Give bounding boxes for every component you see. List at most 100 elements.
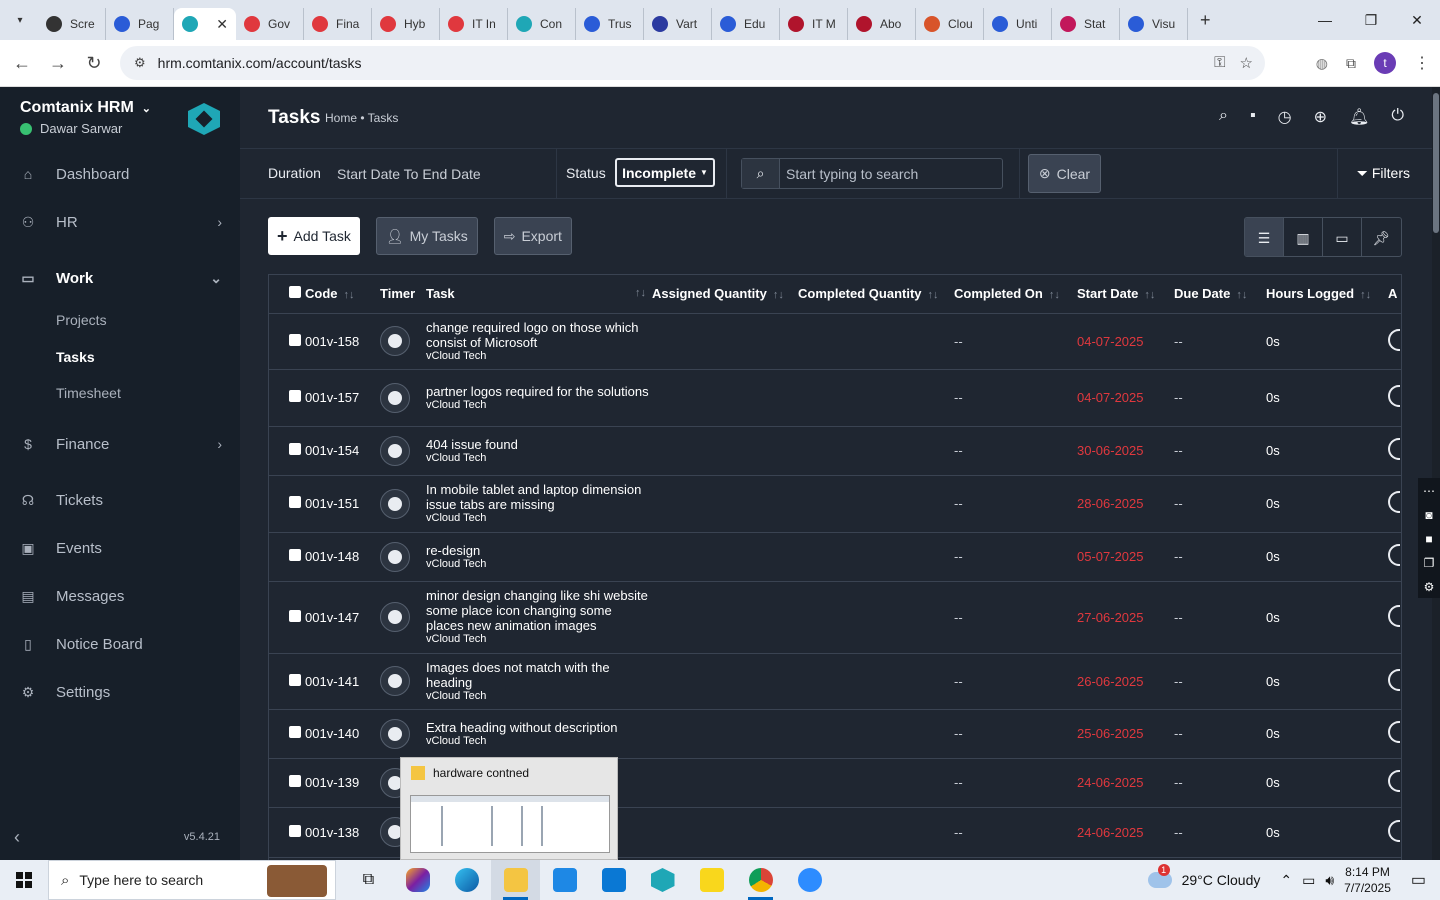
row-action-menu-icon[interactable]	[1388, 544, 1400, 566]
breadcrumb[interactable]: Home • Tasks	[325, 111, 398, 125]
bell-icon[interactable]: 🔔︎	[1349, 107, 1369, 127]
profile-avatar[interactable]: t	[1374, 52, 1396, 74]
forward-arrow-icon[interactable]: →	[40, 45, 76, 81]
export-button[interactable]: ⇨ Export	[493, 217, 572, 255]
sidebar-item-work[interactable]: ▭ Work ⌄	[0, 258, 240, 298]
status-select[interactable]: Incomplete ▼	[615, 158, 715, 187]
row-checkbox[interactable]	[289, 390, 301, 402]
browser-tab[interactable]: Vart	[644, 8, 712, 40]
row-action-menu-icon[interactable]	[1388, 438, 1400, 460]
taskbar-app-chrome[interactable]	[736, 860, 785, 900]
task-title[interactable]: Extra heading without description	[426, 720, 652, 735]
start-timer-play-icon[interactable]	[380, 382, 410, 413]
sidebar-subitem-tasks[interactable]: Tasks	[56, 349, 95, 365]
new-tab-plus-icon[interactable]: +	[1200, 10, 1211, 31]
column-start-date[interactable]: Start Date ↑↓	[1077, 275, 1174, 314]
column-code[interactable]: Code ↑↓	[305, 275, 380, 314]
task-title[interactable]: Images does not match with the heading	[426, 660, 652, 690]
browser-tab[interactable]: Trus	[576, 8, 644, 40]
scrollbar-thumb[interactable]	[1433, 93, 1439, 233]
browser-tab[interactable]: Scre	[38, 8, 106, 40]
browser-tab[interactable]: ✕	[174, 8, 236, 40]
browser-tab[interactable]: Fina	[304, 8, 372, 40]
table-row[interactable]: 001v-147 minor design changing like shi w…	[269, 581, 1401, 654]
row-checkbox[interactable]	[289, 824, 301, 837]
sticky-note-icon[interactable]: ▪	[1250, 107, 1256, 127]
start-timer-play-icon[interactable]	[380, 488, 410, 519]
start-timer-play-icon[interactable]	[380, 326, 410, 356]
tab-search-chevron-icon[interactable]: ▾	[8, 8, 32, 32]
start-timer-play-icon[interactable]	[380, 666, 410, 696]
bookmark-star-icon[interactable]: ☆	[1240, 54, 1253, 72]
browser-tab[interactable]: IT M	[780, 8, 848, 40]
power-icon[interactable]: ⏻	[1391, 107, 1404, 127]
sidebar-subitem-timesheet[interactable]: Timesheet	[56, 385, 121, 401]
row-action-menu-icon[interactable]	[1388, 668, 1400, 691]
taskbar-search[interactable]: ⌕ Type here to search	[48, 860, 336, 900]
task-project[interactable]: vCloud Tech	[426, 633, 652, 646]
task-project[interactable]: vCloud Tech	[426, 735, 652, 748]
row-checkbox[interactable]	[289, 726, 301, 738]
row-checkbox[interactable]	[289, 775, 301, 787]
browser-tab[interactable]: IT In	[440, 8, 508, 40]
close-tab-icon[interactable]: ✕	[216, 16, 228, 33]
browser-tab[interactable]: Clou	[916, 8, 984, 40]
start-timer-play-icon[interactable]	[380, 718, 410, 749]
omnibox[interactable]: ⚙ hrm.comtanix.com/account/tasks ⚿ ☆	[120, 46, 1265, 80]
extensions-puzzle-icon[interactable]: ⧉	[1346, 55, 1356, 72]
widget-handle-icon[interactable]: ⋯	[1423, 484, 1435, 498]
table-row[interactable]: 001v-158 change required logo on those wh…	[269, 313, 1401, 370]
sidebar-item-notice-board[interactable]: ▯ Notice Board	[0, 624, 240, 664]
list-view-icon[interactable]: ☰	[1245, 218, 1284, 256]
row-action-menu-icon[interactable]	[1388, 385, 1400, 407]
clock-icon[interactable]: ◷	[1278, 107, 1292, 127]
browser-tab[interactable]: Con	[508, 8, 576, 40]
network-icon[interactable]: ▭	[1302, 872, 1315, 889]
translate-globe-icon[interactable]: ◍	[1316, 55, 1328, 72]
password-key-icon[interactable]: ⚿	[1214, 54, 1225, 72]
column-assigned-quantity[interactable]: Assigned Quantity ↑↓	[652, 275, 798, 314]
table-row[interactable]: 001v-148 re-design vCloud Tech -- 05-07-2025…	[269, 532, 1401, 582]
row-action-menu-icon[interactable]	[1388, 328, 1400, 351]
sidebar-subitem-projects[interactable]: Projects	[56, 312, 107, 328]
table-row[interactable]: 001v-151 In mobile tablet and laptop dime…	[269, 475, 1401, 533]
collapse-sidebar-icon[interactable]: ‹	[14, 827, 20, 848]
reload-icon[interactable]: ↻	[76, 45, 112, 81]
column-completed-on[interactable]: Completed On ↑↓	[954, 275, 1077, 314]
chevron-up-icon[interactable]: ⌃	[1280, 872, 1292, 889]
pin-icon[interactable]: 📌︎	[1362, 218, 1401, 256]
start-timer-play-icon[interactable]	[380, 435, 410, 466]
search-input[interactable]	[780, 165, 990, 182]
browser-menu-icon[interactable]: ⋮	[1414, 53, 1430, 73]
board-view-icon[interactable]: ▥	[1284, 218, 1323, 256]
task-project[interactable]: vCloud Tech	[426, 690, 652, 703]
task-title[interactable]: partner logos required for the solutions	[426, 384, 652, 399]
taskbar-app-copilot[interactable]	[393, 860, 442, 900]
video-icon[interactable]: ■	[1425, 532, 1432, 546]
row-checkbox[interactable]	[289, 443, 301, 455]
row-action-menu-icon[interactable]	[1388, 770, 1400, 792]
task-title[interactable]: minor design changing like shi website s…	[426, 588, 652, 633]
brand-name[interactable]: Comtanix HRM ⌄	[20, 99, 151, 117]
row-action-menu-icon[interactable]	[1388, 721, 1400, 743]
task-title[interactable]: re-design	[426, 543, 652, 558]
start-timer-play-icon[interactable]	[380, 602, 410, 632]
column-due-date[interactable]: Due Date ↑↓	[1174, 275, 1266, 314]
site-info-icon[interactable]: ⚙	[134, 55, 146, 71]
back-arrow-icon[interactable]: ←	[4, 45, 40, 81]
chevron-down-icon[interactable]: ⌄	[142, 103, 151, 115]
table-row[interactable]: 001v-141 Images does not match with the h…	[269, 653, 1401, 710]
add-circle-icon[interactable]: ⊕	[1314, 107, 1327, 127]
column-completed-quantity[interactable]: Completed Quantity ↑↓	[798, 275, 954, 314]
taskbar-app-store[interactable]	[540, 860, 589, 900]
taskbar-app-file-explorer[interactable]	[491, 860, 540, 900]
task-view-button[interactable]: ⧉	[344, 860, 393, 900]
row-checkbox[interactable]	[289, 333, 301, 346]
sidebar-item-tickets[interactable]: ☊ Tickets	[0, 480, 240, 520]
camera-icon[interactable]: ◙	[1425, 508, 1432, 522]
browser-tab[interactable]: Gov	[236, 8, 304, 40]
table-row[interactable]: 001v-140 Extra heading without descriptio…	[269, 709, 1401, 759]
browser-tab[interactable]: Unti	[984, 8, 1052, 40]
row-checkbox[interactable]	[289, 609, 301, 622]
sidebar-item-messages[interactable]: ▤ Messages	[0, 576, 240, 616]
